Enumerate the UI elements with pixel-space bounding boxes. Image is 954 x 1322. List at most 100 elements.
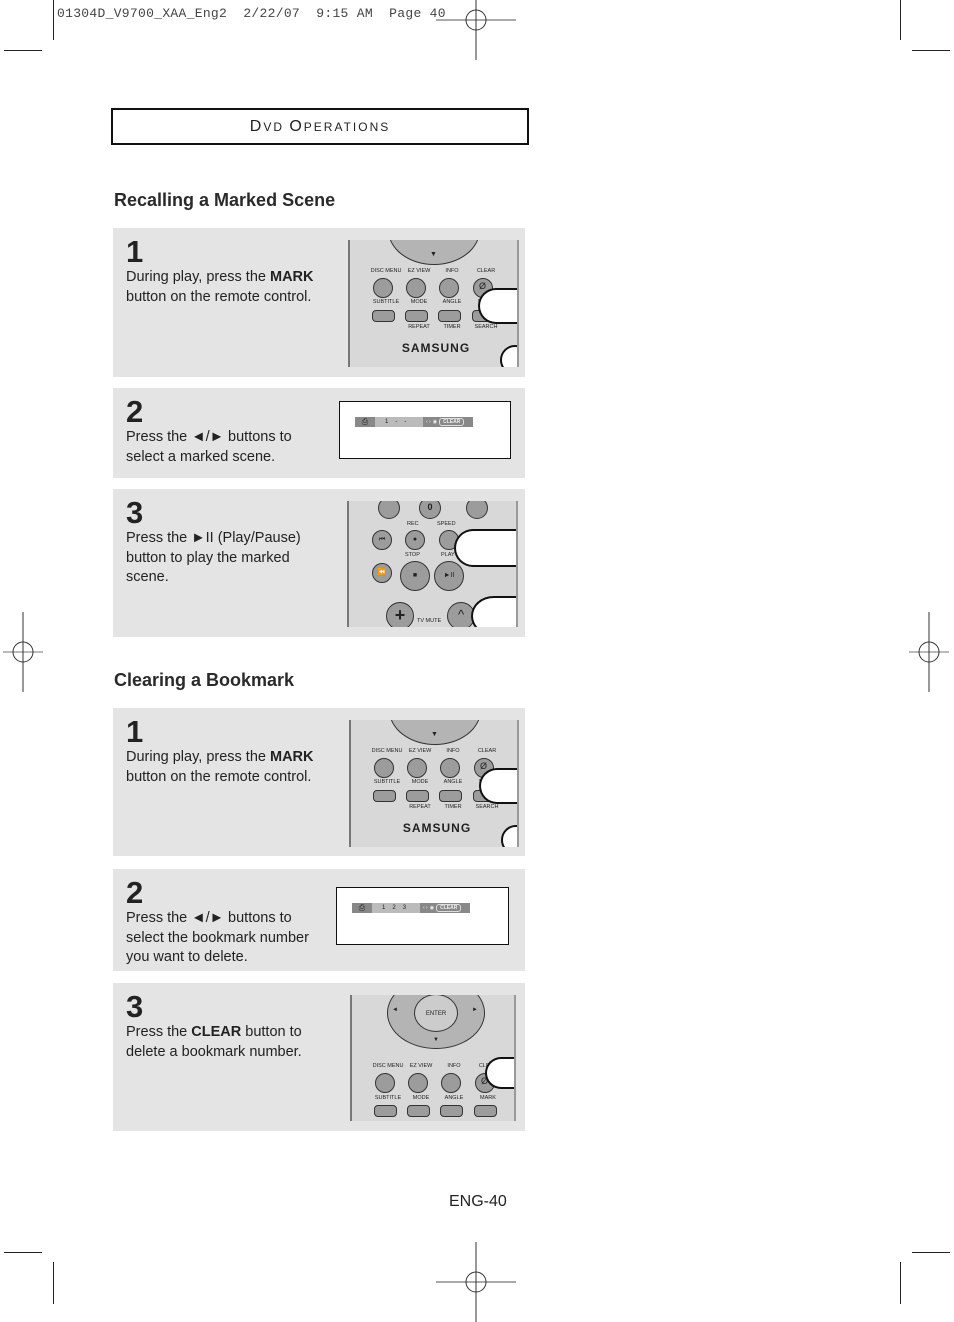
thumb-icon <box>500 345 517 367</box>
remote-label: TIMER <box>443 324 461 330</box>
osd-screen: ⎙ 1 - - ‹ › ◉ CLEAR <box>339 401 511 459</box>
crop-mark <box>53 0 54 40</box>
remote-label: SEARCH <box>474 324 498 330</box>
remote-button <box>373 278 393 298</box>
nav-arrows-icon: ‹ › <box>423 905 428 911</box>
crop-mark <box>900 0 901 40</box>
registration-mark-icon <box>436 0 516 60</box>
step-panel: 1 During play, press the MARK button on t… <box>113 228 525 377</box>
remote-label: SPEED <box>437 521 456 527</box>
crop-mark <box>912 1252 950 1253</box>
step-number: 2 <box>126 394 144 429</box>
bookmark-slots: 1 - - <box>375 417 423 427</box>
crop-mark <box>4 1252 42 1253</box>
remote-label: INFO <box>447 1063 461 1069</box>
remote-label: TV MUTE <box>417 618 442 624</box>
remote-label: MARK <box>480 1095 496 1101</box>
step-panel: 3 Press the CLEAR button to delete a book… <box>113 983 525 1131</box>
remote-label: MODE <box>411 779 429 785</box>
remote-label: ANGLE <box>444 1095 464 1101</box>
remote-button <box>440 1105 463 1117</box>
registration-mark-icon <box>436 1242 516 1322</box>
remote-illustration: ENTER ◄ ► ▼ DISC MENU SUBTITLE EZ VIEW MODE INFO… <box>350 995 516 1121</box>
step-number: 1 <box>126 234 144 269</box>
brand-logo: SAMSUNG <box>401 341 471 355</box>
remote-button <box>406 790 429 802</box>
remote-button <box>407 758 427 778</box>
remote-button <box>439 790 462 802</box>
remote-label: TIMER <box>444 804 462 810</box>
bookmark-slot[interactable]: - <box>395 419 397 425</box>
remote-button <box>408 1073 428 1093</box>
clear-symbol-icon: Ø <box>480 761 488 771</box>
chapter-header: D VD O PERATIONS <box>111 108 529 145</box>
remote-label: REPEAT <box>409 804 431 810</box>
step-instruction: Press the CLEAR button to delete a bookm… <box>126 1024 302 1060</box>
bookmark-icon: ⎙ <box>355 417 375 427</box>
remote-button <box>438 310 461 322</box>
nav-arrows-icon: ‹ › <box>426 419 431 425</box>
step-number: 3 <box>126 495 144 530</box>
step-instruction: During play, press the MARK button on th… <box>126 269 314 305</box>
step-panel: 2 Press the ◄/► buttons to select a marke… <box>113 388 525 478</box>
bookmark-slot[interactable]: 2 <box>392 905 395 911</box>
remote-label: ANGLE <box>443 779 463 785</box>
remote-button <box>474 1105 497 1117</box>
dpad-left-icon: ◄ <box>392 1007 398 1013</box>
remote-label: STOP <box>405 552 420 558</box>
remote-label: SUBTITLE <box>374 1095 402 1101</box>
remote-label: REC <box>407 521 419 527</box>
remote-button <box>439 278 459 298</box>
clear-button[interactable]: CLEAR <box>436 904 462 912</box>
remote-label: DISC MENU <box>372 1063 404 1069</box>
crop-mark <box>912 50 950 51</box>
dpad-right-icon: ► <box>472 1007 478 1013</box>
remote-illustration: ▼ DISC MENU SUBTITLE EZ VIEW MODE INFO ANGLE CL… <box>349 720 519 847</box>
remote-label: EZ VIEW <box>409 1063 433 1069</box>
remote-button <box>440 758 460 778</box>
enter-button: ENTER <box>414 995 458 1032</box>
step-number: 3 <box>126 989 144 1024</box>
step-instruction: Press the ◄/► buttons to select a marked… <box>126 429 292 465</box>
step-number: 1 <box>126 714 144 749</box>
bookmark-icon: ⎙ <box>352 903 372 913</box>
remote-label: DISC MENU <box>370 268 402 274</box>
enter-icon: ◉ <box>432 419 438 425</box>
thumb-icon <box>501 825 517 847</box>
remote-button <box>374 1105 397 1117</box>
osd-controls: ‹ › ◉ CLEAR <box>420 903 470 913</box>
remote-button <box>378 501 400 519</box>
thumb-icon <box>471 596 516 627</box>
dpad-down-icon: ▼ <box>431 731 438 738</box>
bookmark-slot[interactable]: 1 <box>382 905 385 911</box>
remote-label: INFO <box>445 268 459 274</box>
remote-label: MODE <box>410 299 428 305</box>
volume-up-button: + <box>386 602 414 627</box>
bookmark-slots: 1 2 3 <box>372 903 420 913</box>
bookmark-slot[interactable]: 3 <box>403 905 406 911</box>
bookmark-slot[interactable]: 1 <box>385 419 388 425</box>
clear-symbol-icon: Ø <box>479 281 487 291</box>
remote-label: PLAY <box>441 552 455 558</box>
step-instruction: Press the ►II (Play/Pause) button to pla… <box>126 530 301 585</box>
finger-icon <box>454 529 516 567</box>
remote-label: REPEAT <box>408 324 430 330</box>
print-slug: 01304D_V9700_XAA_Eng2 2/22/07 9:15 AM Pa… <box>57 6 446 21</box>
remote-button <box>374 758 394 778</box>
remote-label: EZ VIEW <box>407 268 431 274</box>
crop-mark <box>4 50 42 51</box>
remote-button <box>407 1105 430 1117</box>
remote-button <box>441 1073 461 1093</box>
clear-button[interactable]: CLEAR <box>439 418 465 426</box>
step-panel: 3 Press the ►II (Play/Pause) button to pl… <box>113 489 525 637</box>
remote-button: ⏮ <box>372 530 392 550</box>
remote-button <box>373 790 396 802</box>
crop-mark <box>900 1262 901 1304</box>
step-panel: 1 During play, press the MARK button on t… <box>113 708 525 856</box>
registration-mark-icon <box>909 612 949 692</box>
bookmark-osd-bar: ⎙ 1 - - ‹ › ◉ CLEAR <box>355 417 473 427</box>
remote-illustration: 0RECSPEEDSTOPPLAY⏮●⏭⏪■►II+TV MUTE^ <box>347 501 518 627</box>
dpad-down-icon: ▼ <box>430 251 437 258</box>
bookmark-slot[interactable]: - <box>404 419 406 425</box>
dpad-down-icon: ▼ <box>433 1037 439 1043</box>
